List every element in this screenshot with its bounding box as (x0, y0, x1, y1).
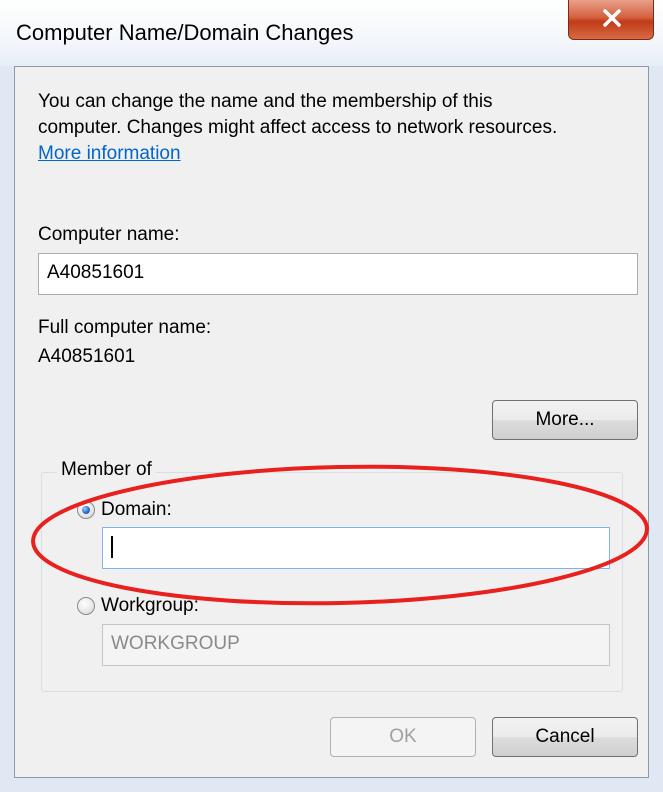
more-information-link[interactable]: More information (38, 143, 181, 165)
close-icon (603, 9, 621, 27)
workgroup-input[interactable]: WORKGROUP (102, 624, 610, 666)
more-button[interactable]: More... (492, 400, 638, 440)
close-button[interactable] (568, 0, 654, 40)
window-title: Computer Name/Domain Changes (16, 20, 354, 45)
ok-button[interactable]: OK (330, 717, 476, 757)
dialog-content: You can change the name and the membersh… (14, 66, 649, 778)
computer-name-value: A40851601 (47, 262, 145, 283)
text-caret (111, 536, 113, 558)
domain-radio-label[interactable]: Domain: (101, 499, 172, 521)
full-computer-name-label: Full computer name: (38, 317, 212, 338)
radio-selected-dot (82, 506, 90, 514)
domain-radio[interactable] (77, 501, 95, 519)
intro-text-line1: You can change the name and the membersh… (38, 91, 493, 112)
computer-name-label: Computer name: (38, 224, 180, 245)
workgroup-radio[interactable] (77, 597, 95, 615)
dialog-window: Computer Name/Domain Changes You can cha… (0, 0, 663, 792)
cancel-button[interactable]: Cancel (492, 717, 638, 757)
domain-input[interactable] (102, 527, 610, 569)
title-bar[interactable]: Computer Name/Domain Changes (0, 0, 663, 66)
workgroup-value: WORKGROUP (111, 633, 240, 654)
workgroup-radio-label[interactable]: Workgroup: (101, 595, 199, 617)
full-computer-name-value: A40851601 (38, 346, 136, 367)
member-of-label: Member of (57, 459, 156, 481)
intro-text-line2: computer. Changes might affect access to… (38, 117, 558, 138)
computer-name-input[interactable]: A40851601 (38, 253, 638, 295)
